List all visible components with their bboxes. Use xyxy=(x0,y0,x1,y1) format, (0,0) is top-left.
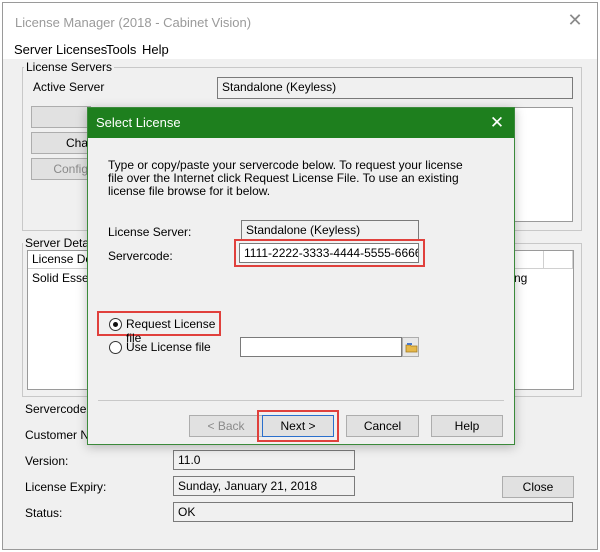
license-expiry-field: Sunday, January 21, 2018 xyxy=(173,476,355,496)
use-license-radio-option[interactable]: Use License file xyxy=(102,338,212,354)
menu-server[interactable]: Server xyxy=(14,41,52,59)
license-servers-label: License Servers xyxy=(24,60,115,74)
version-field: 11.0 xyxy=(173,450,355,470)
browse-file-button[interactable] xyxy=(402,337,419,357)
version-label: Version: xyxy=(25,454,69,468)
active-server-field: Standalone (Keyless) xyxy=(217,77,573,99)
menu-bar: Server Licenses Tools Help xyxy=(3,41,597,59)
license-server-label: License Server: xyxy=(108,225,192,239)
dialog-servercode-label: Servercode: xyxy=(108,249,173,263)
next-button[interactable]: Next > xyxy=(262,415,334,437)
window-title: License Manager (2018 - Cabinet Vision) xyxy=(15,15,252,30)
dialog-description-line-3: license file browse for it below. xyxy=(108,184,271,198)
servercode-input[interactable]: 1111-2222-3333-4444-5555-6666 xyxy=(239,243,419,263)
column-3[interactable] xyxy=(544,251,573,269)
status-field: OK xyxy=(173,502,573,522)
column-license-description[interactable]: License Des xyxy=(28,251,94,269)
license-file-input[interactable] xyxy=(240,337,402,357)
row-col3: ng xyxy=(514,271,528,285)
column-2[interactable] xyxy=(514,251,544,269)
change-server-button[interactable]: Cha xyxy=(31,132,91,154)
configure-server-button[interactable]: Config xyxy=(31,158,91,180)
dialog-separator xyxy=(98,400,504,401)
license-server-field: Standalone (Keyless) xyxy=(241,220,419,240)
menu-tools[interactable]: Tools xyxy=(106,41,136,59)
window-close-icon[interactable]: ✕ xyxy=(566,11,584,29)
menu-licenses[interactable]: Licenses xyxy=(56,41,107,59)
active-server-label: Active Server xyxy=(33,80,105,94)
use-license-label: Use License file xyxy=(126,340,211,354)
dialog-title-bar: Select License ✕ xyxy=(88,108,514,138)
server-list[interactable] xyxy=(510,107,573,222)
menu-help[interactable]: Help xyxy=(142,41,169,59)
folder-icon xyxy=(405,343,418,353)
use-license-radio[interactable] xyxy=(109,341,122,354)
dialog-title: Select License xyxy=(96,115,181,130)
request-license-radio[interactable] xyxy=(109,318,122,331)
back-button[interactable]: < Back xyxy=(189,415,263,437)
close-button[interactable]: Close xyxy=(502,476,574,498)
server-button-1[interactable] xyxy=(31,106,91,128)
status-label: Status: xyxy=(25,506,63,520)
customer-name-label: Customer Na xyxy=(25,428,96,442)
servercode-label: Servercode: xyxy=(25,402,90,416)
license-expiry-label: License Expiry: xyxy=(25,480,107,494)
select-license-dialog: Select License ✕ Type or copy/paste your… xyxy=(87,107,515,445)
dialog-close-icon[interactable]: ✕ xyxy=(488,114,506,132)
help-button[interactable]: Help xyxy=(431,415,503,437)
cancel-button[interactable]: Cancel xyxy=(346,415,419,437)
request-license-radio-option[interactable]: Request License file xyxy=(102,315,217,345)
radio-selected-dot xyxy=(113,322,118,327)
